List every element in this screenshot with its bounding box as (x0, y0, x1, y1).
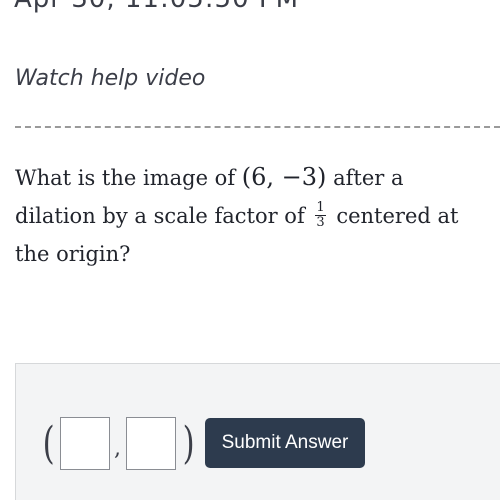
question-text: What is the image of (6, −3) after a dil… (15, 158, 485, 273)
open-paren: ( (42, 418, 55, 469)
fraction-numerator: 1 (315, 200, 326, 216)
submit-answer-button[interactable]: Submit Answer (205, 418, 365, 468)
fraction-denominator: 3 (316, 215, 325, 230)
comma: , (114, 436, 121, 461)
x-coordinate-input[interactable] (60, 417, 110, 470)
scale-fraction: 13 (315, 200, 326, 230)
question-part-1: What is the image of (15, 166, 242, 190)
close-paren: ) (182, 418, 195, 469)
y-coordinate-input[interactable] (126, 417, 176, 470)
divider (15, 126, 500, 128)
watch-help-video-link[interactable]: Watch help video (15, 66, 205, 91)
point-expression: (6, −3) (241, 163, 327, 191)
timestamp: Apr 30, 11:05:50 PM (14, 0, 299, 14)
